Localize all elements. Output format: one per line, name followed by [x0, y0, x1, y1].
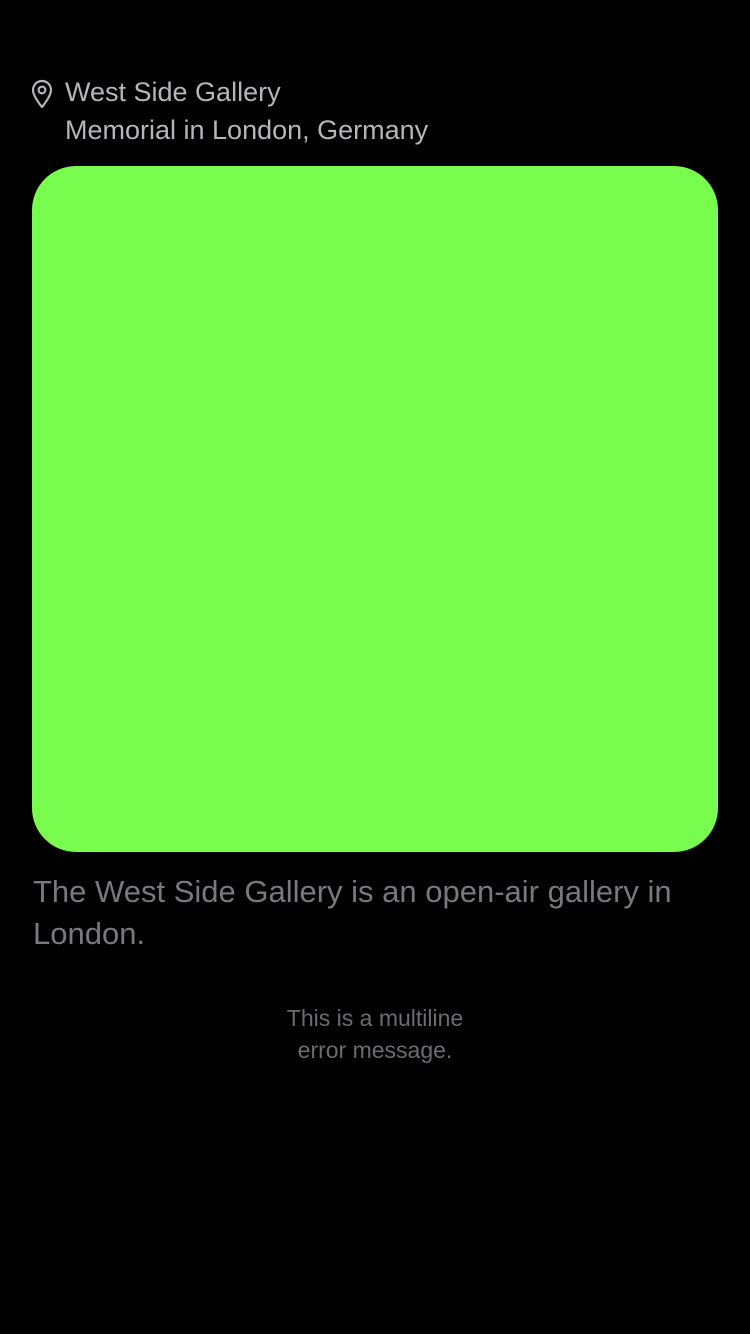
place-description: The West Side Gallery is an open-air gal…	[33, 874, 672, 951]
map-pin-icon	[30, 79, 54, 109]
place-image	[32, 166, 718, 852]
error-message-line-2: error message.	[297, 1037, 453, 1063]
error-message: This is a multiline error message.	[0, 1002, 750, 1066]
location-header: West Side Gallery Memorial in London, Ge…	[30, 74, 428, 148]
error-message-line-1: This is a multiline	[286, 1005, 464, 1031]
location-text: West Side Gallery Memorial in London, Ge…	[65, 74, 428, 148]
place-title: West Side Gallery	[65, 77, 281, 107]
place-subtitle: Memorial in London, Germany	[65, 115, 429, 145]
